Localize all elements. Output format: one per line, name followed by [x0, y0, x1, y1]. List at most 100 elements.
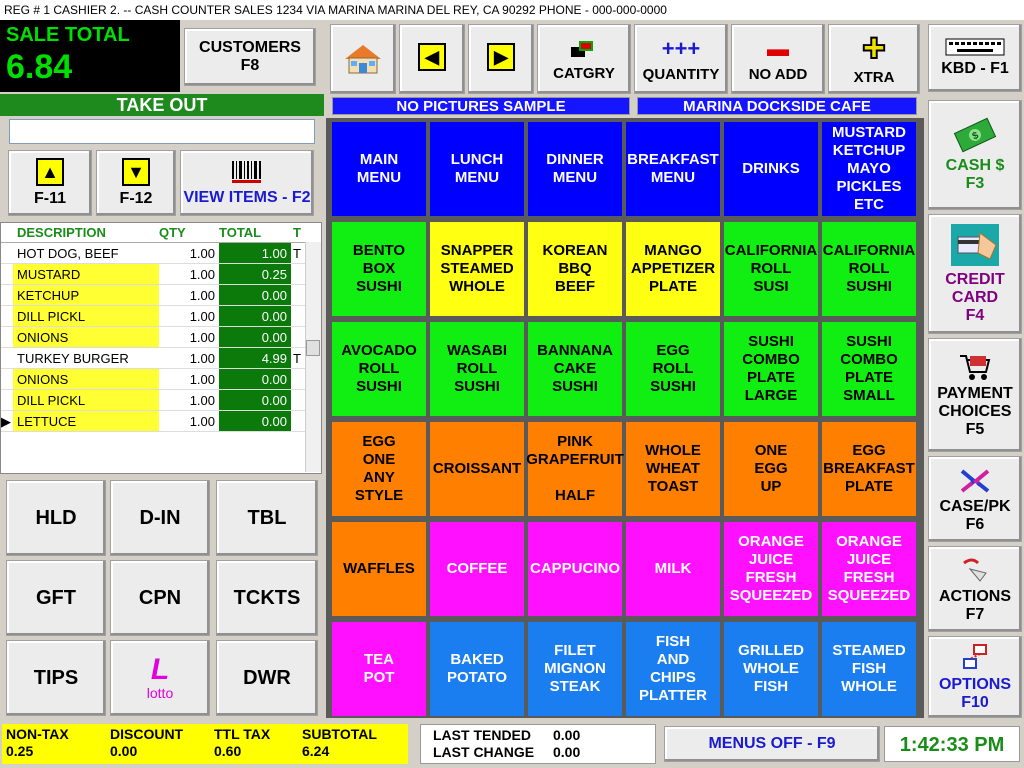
barcode-icon: [232, 161, 261, 183]
order-row[interactable]: DILL PICKL 1.00 0.00: [1, 390, 321, 411]
grid-scroll-thumb[interactable]: [306, 340, 320, 356]
title-bar: REG # 1 CASHIER 2. -- CASH COUNTER SALES…: [0, 0, 1024, 20]
scroll-down-button[interactable]: ▼ F-12: [96, 150, 176, 216]
no-add-button[interactable]: ▬ NO ADD: [731, 24, 825, 94]
category-label: CATGRY: [553, 64, 615, 82]
menu-item[interactable]: WASABI ROLL SUSHI: [430, 322, 524, 416]
cash-icon: $: [953, 117, 997, 153]
menu-item[interactable]: ORANGE JUICE FRESH SQUEEZED: [822, 522, 916, 616]
menu-item[interactable]: BENTO BOX SUSHI: [332, 222, 426, 316]
credit-card-button[interactable]: CREDIT CARD F4: [928, 214, 1022, 334]
grid-scrollbar[interactable]: [305, 242, 321, 472]
options-key: F10: [961, 693, 989, 711]
menu-item[interactable]: EGG ONE ANY STYLE: [332, 422, 426, 516]
extra-button[interactable]: ✚ XTRA: [828, 24, 920, 94]
menu-item[interactable]: BREAKFAST MENU: [626, 122, 720, 216]
entry-field[interactable]: [9, 119, 315, 144]
scroll-up-button[interactable]: ▲ F-11: [8, 150, 92, 216]
non-tax-label: NON-TAX: [6, 726, 69, 742]
category-button[interactable]: CATGRY: [537, 24, 631, 94]
drawer-button[interactable]: DWR: [216, 640, 318, 716]
row-marker: [1, 306, 13, 326]
previous-button[interactable]: ◀: [399, 24, 465, 94]
item-description: ONIONS: [13, 327, 159, 347]
menu-item[interactable]: COFFEE: [430, 522, 524, 616]
order-row[interactable]: DILL PICKL 1.00 0.00: [1, 306, 321, 327]
menu-item[interactable]: CALIFORNIA ROLL SUSHI: [822, 222, 916, 316]
table-button[interactable]: TBL: [216, 480, 318, 556]
coupon-button[interactable]: CPN: [110, 560, 210, 636]
menu-item[interactable]: ONE EGG UP: [724, 422, 818, 516]
menu-item[interactable]: MAIN MENU: [332, 122, 426, 216]
menu-item[interactable]: SNAPPER STEAMED WHOLE: [430, 222, 524, 316]
menu-item[interactable]: WAFFLES: [332, 522, 426, 616]
payment-choices-button[interactable]: PAYMENT CHOICES F5: [928, 338, 1022, 452]
menu-item[interactable]: BAKED POTATO: [430, 622, 524, 716]
menu-item[interactable]: CROISSANT: [430, 422, 524, 516]
last-tended-value: 0.00: [553, 727, 581, 743]
hold-button[interactable]: HLD: [6, 480, 106, 556]
menu-item[interactable]: ORANGE JUICE FRESH SQUEEZED: [724, 522, 818, 616]
keyboard-button[interactable]: KBD - F1: [928, 24, 1022, 92]
lotto-button[interactable]: L lotto: [110, 640, 210, 716]
menu-item[interactable]: GRILLED WHOLE FISH: [724, 622, 818, 716]
order-row[interactable]: KETCHUP 1.00 0.00: [1, 285, 321, 306]
order-row[interactable]: TURKEY BURGER 1.00 4.99 T: [1, 348, 321, 369]
item-total: 0.00: [219, 306, 291, 326]
item-total: 0.00: [219, 327, 291, 347]
menu-item[interactable]: EGG BREAKFAST PLATE: [822, 422, 916, 516]
menu-item[interactable]: STEAMED FISH WHOLE: [822, 622, 916, 716]
menu-item[interactable]: LUNCH MENU: [430, 122, 524, 216]
tickets-button[interactable]: TCKTS: [216, 560, 318, 636]
order-row[interactable]: HOT DOG, BEEF 1.00 1.00 T: [1, 243, 321, 264]
order-row[interactable]: ▶ LETTUCE 1.00 0.00: [1, 411, 321, 432]
menu-item[interactable]: FISH AND CHIPS PLATTER: [626, 622, 720, 716]
item-qty: 1.00: [189, 393, 215, 408]
last-change-value: 0.00: [553, 744, 581, 760]
item-description: TURKEY BURGER: [17, 351, 129, 366]
item-tax-flag: [291, 327, 305, 347]
case-pack-button[interactable]: CASE/PK F6: [928, 456, 1022, 542]
tips-button[interactable]: TIPS: [6, 640, 106, 716]
menu-item[interactable]: DRINKS: [724, 122, 818, 216]
menu-item[interactable]: CAPPUCINO: [528, 522, 622, 616]
options-button[interactable]: OPTIONS F10: [928, 636, 1022, 718]
view-items-button[interactable]: VIEW ITEMS - F2: [180, 150, 314, 216]
menus-off-button[interactable]: MENUS OFF - F9: [664, 726, 880, 762]
order-row[interactable]: ONIONS 1.00 0.00: [1, 369, 321, 390]
credit-card-icon: [951, 224, 999, 266]
menu-item[interactable]: MUSTARD KETCHUP MAYO PICKLES ETC: [822, 122, 916, 216]
case-pack-label: CASE/PK: [939, 497, 1011, 515]
menu-item[interactable]: TEA POT: [332, 622, 426, 716]
customers-button[interactable]: CUSTOMERS F8: [184, 28, 316, 86]
menu-item[interactable]: AVOCADO ROLL SUSHI: [332, 322, 426, 416]
next-button[interactable]: ▶: [468, 24, 534, 94]
quantity-button[interactable]: +++ QUANTITY: [634, 24, 728, 94]
menu-item[interactable]: EGG ROLL SUSHI: [626, 322, 720, 416]
item-qty: 1.00: [189, 330, 215, 345]
order-row[interactable]: ONIONS 1.00 0.00: [1, 327, 321, 348]
menu-item[interactable]: FILET MIGNON STEAK: [528, 622, 622, 716]
payment-label-2: CHOICES: [938, 402, 1012, 420]
menu-item[interactable]: MILK: [626, 522, 720, 616]
menu-item[interactable]: KOREAN BBQ BEEF: [528, 222, 622, 316]
menu-item[interactable]: BANNANA CAKE SUSHI: [528, 322, 622, 416]
menu-item[interactable]: WHOLE WHEAT TOAST: [626, 422, 720, 516]
arrow-up-icon: ▲: [36, 158, 64, 186]
menu-item[interactable]: MANGO APPETIZER PLATE: [626, 222, 720, 316]
menu-item[interactable]: SUSHI COMBO PLATE SMALL: [822, 322, 916, 416]
order-row[interactable]: MUSTARD 1.00 0.25: [1, 264, 321, 285]
item-description: LETTUCE: [13, 411, 159, 431]
gift-button[interactable]: GFT: [6, 560, 106, 636]
actions-button[interactable]: ACTIONS F7: [928, 546, 1022, 632]
options-label: OPTIONS: [938, 675, 1011, 693]
order-grid[interactable]: DESCRIPTION QTY TOTAL T HOT DOG, BEEF 1.0…: [0, 222, 322, 474]
dine-in-button[interactable]: D-IN: [110, 480, 210, 556]
menu-item[interactable]: DINNER MENU: [528, 122, 622, 216]
menu-item[interactable]: PINK GRAPEFRUIT HALF: [526, 422, 624, 516]
plus-icon: ✚: [862, 33, 886, 65]
menu-item[interactable]: CALIFORNIA ROLL SUSI: [724, 222, 818, 316]
cash-button[interactable]: $ CASH $ F3: [928, 100, 1022, 210]
home-button[interactable]: [330, 24, 396, 94]
menu-item[interactable]: SUSHI COMBO PLATE LARGE: [724, 322, 818, 416]
